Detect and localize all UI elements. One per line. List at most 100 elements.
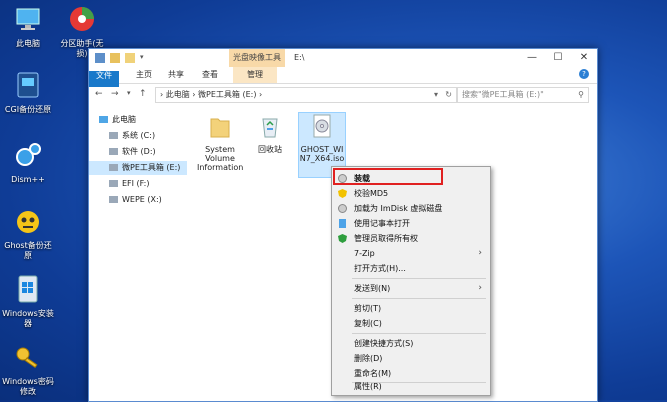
- nav-item-label: 此电脑: [112, 115, 136, 124]
- menu-item-copy[interactable]: 复制(C): [334, 316, 488, 331]
- drive-icon: [109, 132, 118, 139]
- folder-icon: [210, 118, 230, 138]
- menu-item-label: 使用记事本打开: [354, 219, 410, 228]
- menu-item-7zip[interactable]: 7-Zip ›: [334, 246, 488, 261]
- tab-manage[interactable]: 管理: [233, 67, 277, 83]
- tab-view[interactable]: 查看: [195, 67, 225, 83]
- contextual-tab-header: 光盘映像工具: [229, 49, 285, 67]
- menu-item-imdisk[interactable]: 加载为 ImDisk 虚拟磁盘: [334, 201, 488, 216]
- ribbon-tabs: 文件 主页 共享 查看 管理 ?: [89, 67, 597, 87]
- chevron-down-icon[interactable]: ▾: [140, 53, 150, 63]
- nav-item-label: EFI (F:): [122, 179, 150, 188]
- help-icon[interactable]: ?: [579, 69, 589, 79]
- menu-item-properties[interactable]: 属性(R): [334, 379, 488, 394]
- recent-chevron-icon[interactable]: ▾: [127, 89, 131, 97]
- nav-item-this-pc[interactable]: 此电脑: [99, 113, 136, 127]
- drive-icon: [109, 196, 118, 203]
- menu-item-label: 加载为 ImDisk 虚拟磁盘: [354, 204, 443, 213]
- cgi-backup-icon: [17, 72, 39, 98]
- desktop-icon-dism[interactable]: Dism++: [2, 140, 54, 185]
- close-button[interactable]: ✕: [571, 49, 597, 67]
- new-folder-icon[interactable]: [125, 53, 135, 63]
- dropdown-chevron-icon[interactable]: ▾: [434, 88, 438, 102]
- file-name: System Volume Information: [197, 145, 244, 172]
- nav-item-label: 系统 (C:): [122, 131, 156, 140]
- tab-home[interactable]: 主页: [129, 67, 159, 83]
- drive-icon: [109, 180, 118, 187]
- file-item[interactable]: System Volume Information: [197, 113, 243, 172]
- windows-installer-icon: [18, 275, 38, 303]
- nav-item-label: 微PE工具箱 (E:): [122, 163, 181, 172]
- desktop-icon-cgi-backup[interactable]: CGI备份还原: [2, 70, 54, 115]
- search-placeholder: 搜索"微PE工具箱 (E:)": [462, 90, 544, 99]
- nav-item-drive-x[interactable]: WEPE (X:): [109, 193, 162, 207]
- desktop-icon-label: Windows密码修改: [2, 377, 54, 396]
- desktop-icon-label: Windows安装器: [2, 309, 54, 328]
- shield-check-icon: [338, 234, 347, 243]
- address-row: ← → ▾ ↑ › 此电脑 › 微PE工具箱 (E:) › ▾ ↻ 搜索"微PE…: [89, 84, 597, 106]
- computer-icon: [99, 116, 108, 123]
- file-item[interactable]: 回收站: [247, 113, 293, 154]
- menu-item-send-to[interactable]: 发送到(N) ›: [334, 281, 488, 296]
- menu-item-notepad[interactable]: 使用记事本打开: [334, 216, 488, 231]
- search-icon: ⚲: [578, 90, 584, 99]
- menu-item-label: 发送到(N): [354, 284, 391, 293]
- desktop-icon-label: Ghost备份还原: [4, 241, 52, 260]
- menu-item-delete[interactable]: 删除(D): [334, 351, 488, 366]
- window-controls: — ☐ ✕: [519, 49, 597, 67]
- menu-item-open-with[interactable]: 打开方式(H)...: [334, 261, 488, 276]
- minimize-button[interactable]: —: [519, 49, 545, 67]
- quick-access-toolbar: ▾: [95, 53, 150, 63]
- menu-item-cut[interactable]: 剪切(T): [334, 301, 488, 316]
- breadcrumb-drive[interactable]: 微PE工具箱 (E:): [198, 90, 256, 99]
- menu-item-label: 删除(D): [354, 354, 383, 363]
- menu-item-take-ownership[interactable]: 管理员取得所有权: [334, 231, 488, 246]
- menu-item-label: 创建快捷方式(S): [354, 339, 414, 348]
- desktop-icon-label: 此电脑: [16, 39, 40, 48]
- breadcrumb-this-pc[interactable]: 此电脑: [166, 90, 190, 99]
- desktop-icon-windows-password[interactable]: Windows密码修改: [2, 342, 54, 397]
- this-pc-icon: [16, 8, 40, 30]
- notepad-icon: [339, 219, 346, 228]
- up-arrow-icon[interactable]: ↑: [139, 89, 147, 99]
- menu-item-label: 剪切(T): [354, 304, 382, 313]
- breadcrumb-separator-icon: ›: [256, 90, 263, 99]
- desktop-icons: 此电脑 分区助手(无损) CGI备份还原 Dism++ Ghost备份还原 Wi…: [0, 0, 104, 400]
- disc-image-icon: [313, 114, 331, 138]
- file-name: 回收站: [258, 145, 282, 154]
- forward-arrow-icon[interactable]: →: [111, 89, 119, 99]
- nav-item-drive-f[interactable]: EFI (F:): [109, 177, 149, 191]
- menu-item-verify-md5[interactable]: 校验MD5: [334, 186, 488, 201]
- refresh-icon[interactable]: ↻: [445, 88, 452, 102]
- properties-icon[interactable]: [110, 53, 120, 63]
- search-input[interactable]: 搜索"微PE工具箱 (E:)" ⚲: [457, 87, 589, 103]
- menu-separator: [352, 333, 486, 334]
- ghost-icon: [17, 211, 39, 233]
- menu-item-create-shortcut[interactable]: 创建快捷方式(S): [334, 336, 488, 351]
- nav-item-drive-c[interactable]: 系统 (C:): [109, 129, 155, 143]
- desktop-icon-ghost[interactable]: Ghost备份还原: [2, 206, 54, 261]
- desktop-icon-this-pc[interactable]: 此电脑: [2, 4, 54, 49]
- menu-item-label: 校验MD5: [354, 189, 389, 198]
- address-bar[interactable]: › 此电脑 › 微PE工具箱 (E:) › ▾ ↻: [155, 87, 457, 103]
- partition-assistant-icon: [70, 7, 94, 31]
- key-icon: [16, 347, 38, 369]
- highlight-box: [333, 168, 443, 185]
- desktop-icon-label: Dism++: [11, 175, 45, 184]
- desktop-icon-windows-installer[interactable]: Windows安装器: [2, 274, 54, 329]
- maximize-button[interactable]: ☐: [545, 49, 571, 67]
- tab-share[interactable]: 共享: [161, 67, 191, 83]
- submenu-chevron-icon: ›: [478, 248, 482, 258]
- menu-item-label: 属性(R): [354, 382, 382, 391]
- menu-separator: [352, 298, 486, 299]
- menu-separator: [352, 278, 486, 279]
- drive-icon: [109, 148, 118, 155]
- back-arrow-icon[interactable]: ←: [95, 89, 103, 99]
- window-title: E:\: [294, 53, 305, 62]
- nav-item-drive-e[interactable]: 微PE工具箱 (E:): [89, 161, 187, 175]
- file-name: GHOST_WIN7_X64.iso: [299, 145, 345, 163]
- menu-item-label: 7-Zip: [354, 249, 375, 258]
- save-icon[interactable]: [95, 53, 105, 63]
- nav-item-drive-d[interactable]: 软件 (D:): [109, 145, 156, 159]
- nav-item-label: WEPE (X:): [122, 195, 162, 204]
